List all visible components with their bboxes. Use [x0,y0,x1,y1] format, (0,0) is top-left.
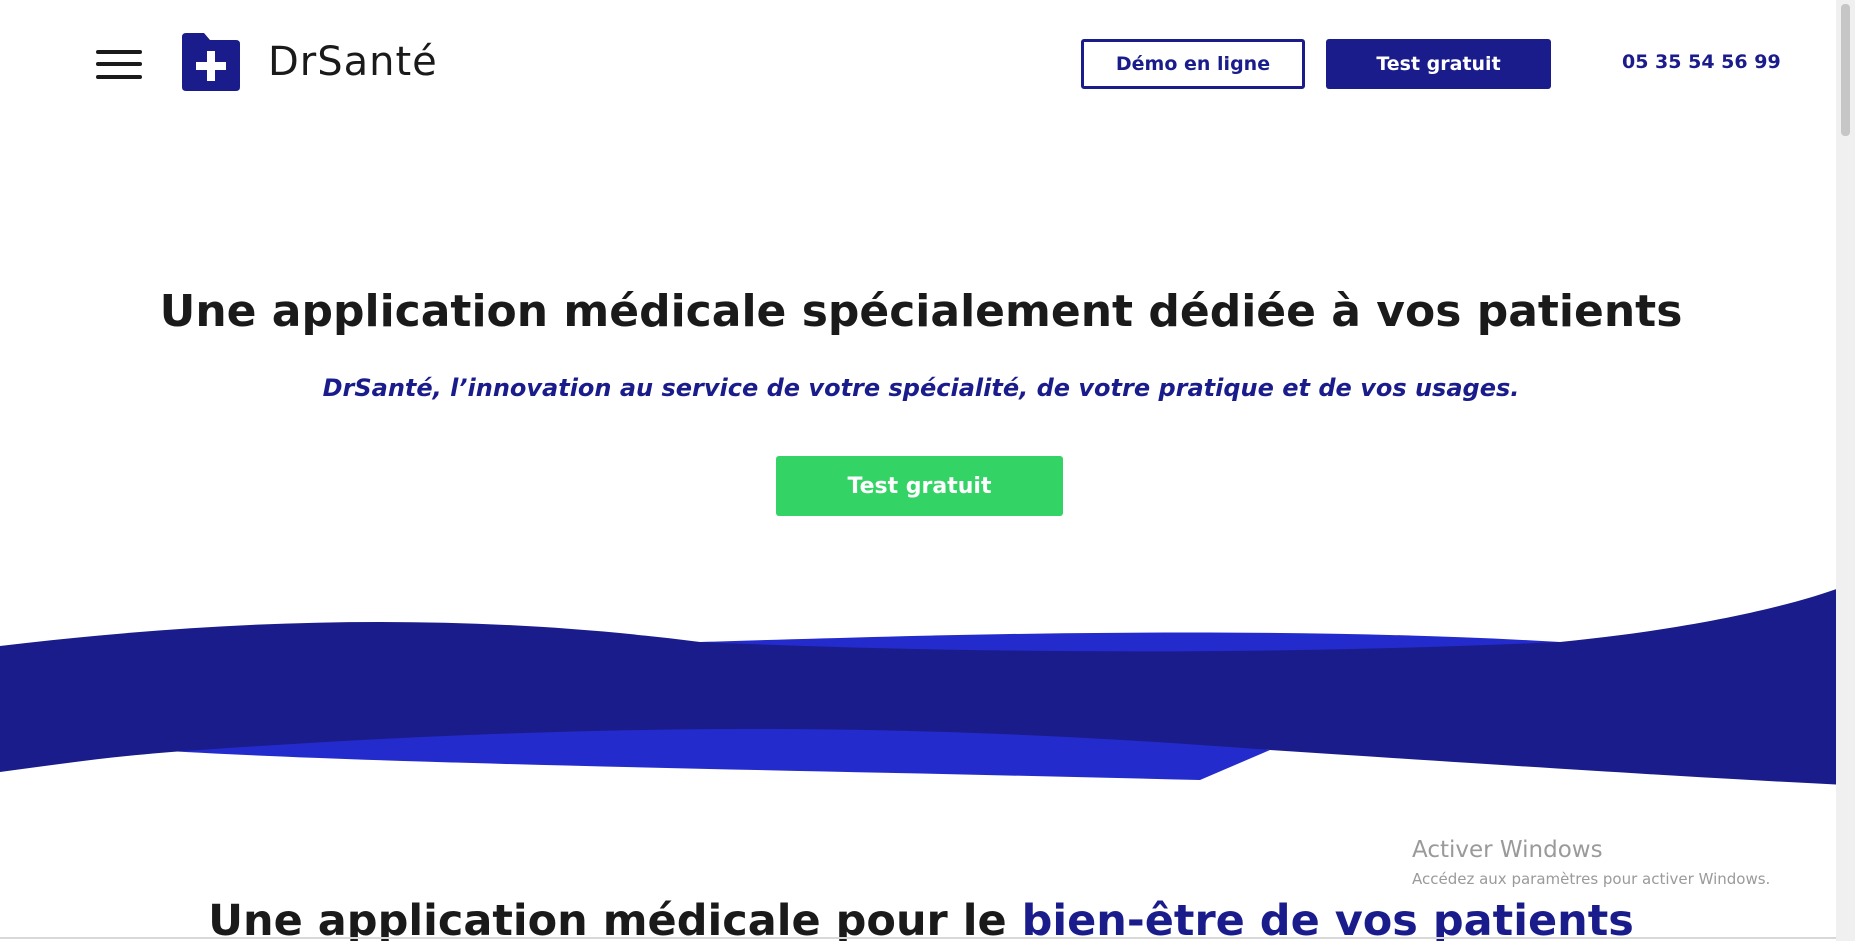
page-divider [0,937,1836,939]
free-trial-hero-button[interactable]: Test gratuit [776,456,1063,516]
hero-subtitle: DrSanté, l’innovation au service de votr… [322,374,1520,402]
section-title: Une application médicale pour le bien-êt… [0,896,1842,941]
vertical-scrollbar[interactable] [1836,0,1855,941]
free-trial-header-button[interactable]: Test gratuit [1326,39,1551,89]
decorative-wave [0,586,1845,785]
brand-name: DrSanté [268,39,438,85]
menu-line [96,62,142,66]
hamburger-menu-icon[interactable] [96,48,142,80]
windows-activation-subtitle: Accédez aux paramètres pour activer Wind… [1412,870,1771,888]
section-title-accent: bien-être de vos patients [1021,896,1634,941]
section-title-part1: Une application médicale pour le [208,896,1022,941]
phone-number-link[interactable]: 05 35 54 56 99 [1622,51,1781,73]
brand-logo[interactable]: DrSanté [180,31,438,93]
hero-title: Une application médicale spécialement dé… [159,286,1683,337]
online-demo-button[interactable]: Démo en ligne [1081,39,1305,89]
scrollbar-thumb[interactable] [1841,4,1850,136]
medical-folder-plus-icon [182,33,240,91]
windows-activation-title: Activer Windows [1412,837,1603,863]
menu-line [96,75,142,79]
menu-line [96,50,142,54]
page: DrSanté Démo en ligne Test gratuit 05 35… [0,0,1855,941]
